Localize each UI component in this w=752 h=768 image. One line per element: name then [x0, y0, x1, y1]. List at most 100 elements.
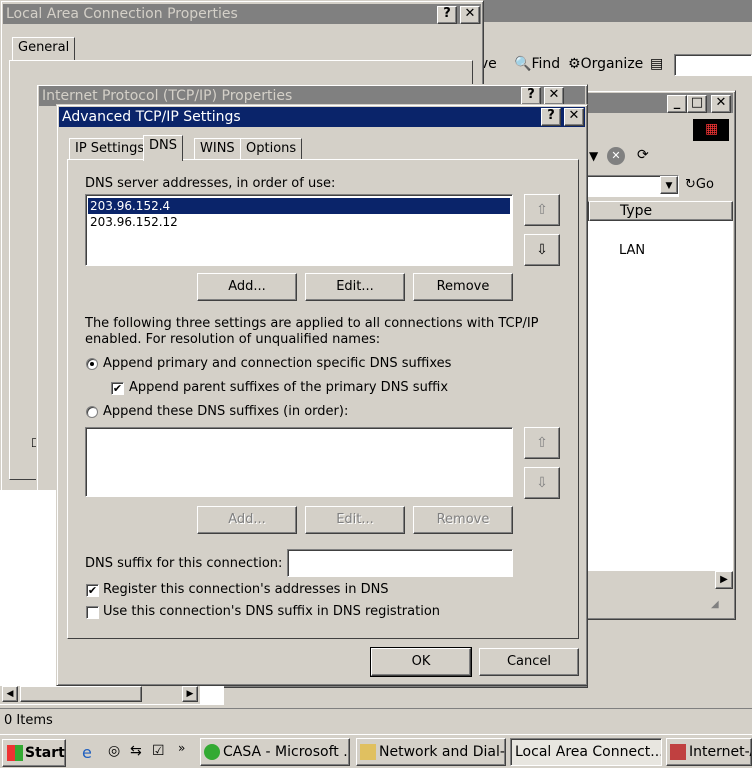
- column-header-type[interactable]: Type: [589, 201, 733, 221]
- tab-ip-settings[interactable]: IP Settings: [69, 138, 151, 160]
- go-button[interactable]: ↻Go: [685, 177, 714, 192]
- dns-move-down-button[interactable]: ⇩: [524, 234, 560, 266]
- tcpip-title: Internet Protocol (TCP/IP) Properties: [42, 88, 293, 104]
- dialog-help-button[interactable]: ?: [541, 108, 561, 126]
- dialog-close-button[interactable]: ✕: [564, 108, 584, 126]
- scroll-left-icon[interactable]: ◀: [2, 686, 18, 702]
- find-icon: 🔍: [514, 56, 532, 72]
- organize-toolbar-button[interactable]: ⚙Organize: [568, 56, 643, 72]
- status-bar: 0 Items: [0, 708, 752, 732]
- dns-add-button[interactable]: Add...: [197, 273, 297, 301]
- find-toolbar-button[interactable]: 🔍Find: [514, 56, 560, 72]
- dns-move-up-button[interactable]: ⇧: [524, 194, 560, 226]
- windows-flag-icon: [7, 745, 23, 761]
- list-item-type: LAN: [619, 243, 646, 258]
- maximize-button[interactable]: □: [687, 95, 707, 113]
- checkbox-append-parent-label[interactable]: Append parent suffixes of the primary DN…: [129, 380, 448, 395]
- dns-server-item[interactable]: 203.96.152.12: [88, 214, 178, 230]
- lac-title-bar: Local Area Connection Properties: [3, 4, 481, 24]
- status-items: 0 Items: [4, 713, 53, 728]
- lac-close-button[interactable]: ✕: [460, 6, 480, 24]
- radio-append-primary-label[interactable]: Append primary and connection specific D…: [103, 356, 451, 371]
- dialog-title: Advanced TCP/IP Settings: [62, 109, 241, 125]
- scroll-right-small-icon[interactable]: ▶: [182, 686, 198, 702]
- tcpip-title-bar: Internet Protocol (TCP/IP) Properties: [39, 86, 585, 106]
- suffix-move-down-button[interactable]: ⇩: [524, 467, 560, 499]
- organize-icon: ⚙: [568, 56, 581, 72]
- checkbox-use-suffix-label[interactable]: Use this connection's DNS suffix in DNS …: [103, 604, 440, 619]
- advanced-tcpip-dialog: Advanced TCP/IP Settings ? ✕ IP Settings…: [56, 104, 588, 686]
- radio-append-these-label[interactable]: Append these DNS suffixes (in order):: [103, 404, 348, 419]
- up-arrow-disabled-icon: ⇧: [536, 435, 548, 451]
- checkbox-use-suffix[interactable]: [86, 606, 99, 619]
- suffix-move-up-button[interactable]: ⇧: [524, 427, 560, 459]
- dropdown-arrow-icon[interactable]: ▼: [589, 149, 598, 163]
- radio-append-these[interactable]: [86, 406, 98, 418]
- task-lac[interactable]: Local Area Connect...: [510, 738, 662, 766]
- address-combo[interactable]: ▼: [585, 175, 679, 197]
- go-arrow-icon: ↻: [685, 177, 696, 192]
- organize-label: Organize: [580, 56, 644, 72]
- suffix-add-button[interactable]: Add...: [197, 506, 297, 534]
- task-network[interactable]: Network and Dial-...: [356, 738, 506, 766]
- tab-general[interactable]: General: [12, 37, 76, 61]
- up-arrow-icon: ⇧: [536, 202, 548, 218]
- dns-remove-button[interactable]: Remove: [413, 273, 513, 301]
- quicklaunch-icon-2[interactable]: ◎: [108, 743, 120, 759]
- lac-help-button[interactable]: ?: [437, 6, 457, 24]
- suffix-remove-button[interactable]: Remove: [413, 506, 513, 534]
- quicklaunch-icon-3[interactable]: ⇆: [130, 743, 142, 759]
- start-button[interactable]: Start: [2, 739, 66, 767]
- dns-suffix-input[interactable]: [287, 549, 513, 577]
- horizontal-scrollbar[interactable]: ▶: [563, 571, 733, 591]
- scroll-right-icon[interactable]: ▶: [715, 571, 733, 589]
- dns-edit-button[interactable]: Edit...: [305, 273, 405, 301]
- radio-append-primary[interactable]: [86, 358, 98, 370]
- stop-icon[interactable]: ✕: [607, 147, 625, 165]
- tab-wins[interactable]: WINS: [194, 138, 241, 160]
- explorer-title-bar: [470, 0, 752, 22]
- dns-server-item-selected[interactable]: 203.96.152.4: [87, 197, 511, 215]
- checkbox-register-label[interactable]: Register this connection's addresses in …: [103, 582, 389, 597]
- checkbox-register[interactable]: ✔: [86, 584, 99, 597]
- network-explorer-title: [563, 93, 733, 113]
- dns-server-list[interactable]: 203.96.152.4 203.96.152.12: [85, 194, 513, 266]
- checkbox-append-parent[interactable]: ✔: [111, 382, 124, 395]
- network-folder-icon: [360, 744, 376, 760]
- task-casa-label: CASA - Microsoft ...: [223, 744, 350, 760]
- task-casa[interactable]: CASA - Microsoft ...: [200, 738, 350, 766]
- toolbar-search-box[interactable]: [674, 54, 752, 76]
- lac-title: Local Area Connection Properties: [6, 6, 238, 22]
- internet-icon: [670, 744, 686, 760]
- info-text-line2: enabled. For resolution of unqualified n…: [85, 332, 381, 347]
- tab-options[interactable]: Options: [240, 138, 303, 160]
- tcpip-close-button[interactable]: ✕: [544, 87, 564, 105]
- suffix-edit-button[interactable]: Edit...: [305, 506, 405, 534]
- tab-dns[interactable]: DNS: [143, 135, 183, 161]
- windows-logo: ▦: [693, 119, 729, 141]
- scroll-thumb[interactable]: [20, 686, 142, 702]
- dns-suffix-list[interactable]: [85, 427, 513, 497]
- list-view[interactable]: LAN: [563, 221, 733, 581]
- info-text-line1: The following three settings are applied…: [85, 316, 539, 331]
- ok-button[interactable]: OK: [370, 647, 472, 677]
- ie-icon[interactable]: e: [82, 743, 92, 762]
- quicklaunch-more-icon[interactable]: »: [178, 741, 185, 755]
- folders-hscrollbar[interactable]: ◀ ▶: [0, 686, 200, 704]
- folder-options-icon[interactable]: ▤: [650, 56, 663, 72]
- down-arrow-icon: ⇩: [536, 242, 548, 258]
- find-label: Find: [531, 56, 561, 72]
- quicklaunch-icon-4[interactable]: ☑: [152, 743, 165, 759]
- casa-icon: [204, 744, 220, 760]
- refresh-icon[interactable]: ⟳: [637, 147, 649, 163]
- tcpip-help-button[interactable]: ?: [521, 87, 541, 105]
- close-button[interactable]: ✕: [711, 95, 731, 113]
- list-header: Type: [563, 201, 733, 221]
- down-arrow-disabled-icon: ⇩: [536, 475, 548, 491]
- task-internet[interactable]: Internet-A: [666, 738, 752, 766]
- resize-grip-icon[interactable]: ◢: [711, 599, 719, 610]
- minimize-button[interactable]: _: [667, 95, 687, 113]
- task-network-label: Network and Dial-...: [379, 744, 506, 760]
- cancel-button[interactable]: Cancel: [479, 648, 579, 676]
- address-dropdown-icon[interactable]: ▼: [660, 176, 678, 194]
